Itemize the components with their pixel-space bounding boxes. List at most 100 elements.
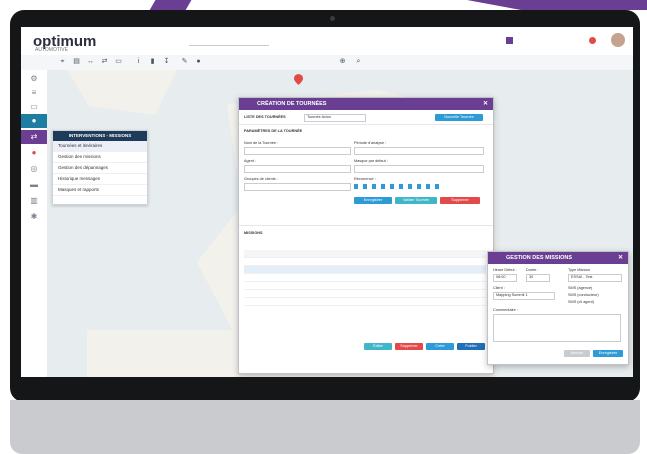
dialog-header: CRÉATION DE TOURNÉES ✕ (239, 98, 493, 110)
edit-button[interactable]: Éditer (364, 343, 392, 350)
map-land-uk (67, 70, 177, 115)
missions-label: MISSIONS (244, 231, 263, 235)
sidebar-item-settings[interactable]: ✱ (21, 210, 47, 224)
app-screen: optimum AUTOMOTIVE ⌖ ▤ ↔ ⇄ ▭ i ▮ ↧ ✎ ● ⊕… (21, 27, 633, 377)
info-icon[interactable] (506, 37, 513, 44)
duration-label: Durée : (526, 268, 539, 272)
table-row[interactable] (244, 274, 486, 282)
comment-textarea[interactable] (493, 314, 621, 342)
menu-item-tournees[interactable]: Tournées et itinéraires (53, 141, 147, 152)
delete-tournee-button[interactable]: Supprimer (440, 197, 480, 204)
menu-item-missions[interactable]: Gestion des missions (53, 152, 147, 163)
search-box[interactable] (189, 36, 269, 46)
tournee-select-value: Tournée Avion (307, 115, 331, 119)
start-input[interactable]: 08:00 (493, 274, 517, 282)
list-label: LISTE DES TOURNÉES (244, 115, 286, 119)
route-icon[interactable]: ⇄ (101, 58, 108, 65)
list-section: LISTE DES TOURNÉES Tournée Avion Nouvell… (239, 110, 493, 125)
decorative-purple-top-right (467, 0, 647, 10)
table-row[interactable] (244, 266, 486, 274)
info-tool-icon[interactable]: i (135, 58, 142, 65)
period-input[interactable] (354, 147, 484, 155)
sidebar-item-vehicle[interactable]: ▭ (21, 100, 47, 114)
start-label: Heure Début : (493, 268, 517, 272)
monitor-chin (10, 400, 640, 454)
name-input[interactable] (244, 147, 351, 155)
sidebar-item-interventions[interactable]: ⇄ (21, 130, 47, 144)
close-icon[interactable]: ✕ (618, 252, 623, 264)
sidebar-item-reports[interactable]: ▥ (21, 194, 47, 208)
duration-input[interactable]: 30 (526, 274, 550, 282)
interventions-menu: INTERVENTIONS - MISSIONS Tournées et iti… (52, 130, 148, 205)
name-label: Nom de la Tournée : (244, 141, 279, 145)
type-label: Type Mission (568, 268, 591, 272)
publish-button[interactable]: Publier (457, 343, 485, 350)
recurrence-label: Récurrence : (354, 177, 376, 181)
save-mission-button[interactable]: Enregistrer (593, 350, 623, 357)
sidebar-item-users[interactable]: ◎ (21, 162, 47, 176)
sidebar-item-location[interactable]: ● (21, 114, 47, 128)
sidebar-item-trucks[interactable]: ▬ (21, 178, 47, 192)
table-row[interactable] (244, 258, 486, 266)
select-icon[interactable]: ⌖ (59, 58, 66, 65)
zoom-in-icon[interactable]: ⊕ (339, 58, 346, 65)
new-tournee-button[interactable]: Nouvelle Tournée (435, 114, 483, 121)
layers-icon[interactable]: ▤ (73, 58, 80, 65)
cancel-button[interactable]: Annuler (564, 350, 590, 357)
top-bar: optimum AUTOMOTIVE (21, 27, 633, 56)
print-icon[interactable]: ▭ (115, 58, 122, 65)
group-label: Groupes de clients : (244, 177, 278, 181)
type-select[interactable]: ESSAI - Test (568, 274, 622, 282)
pin-tool-icon[interactable]: ● (195, 58, 202, 65)
validate-tournee-button[interactable]: Valider Tournée (395, 197, 437, 204)
recurrence-days[interactable] (354, 184, 444, 189)
create-button[interactable]: Créer (426, 343, 454, 350)
bookmark-icon[interactable]: ▮ (149, 58, 156, 65)
ruler-icon[interactable]: ↔ (87, 58, 94, 65)
client-select[interactable]: Mapping Summit 1 (493, 292, 555, 300)
draw-icon[interactable]: ✎ (181, 58, 188, 65)
alert-icon[interactable] (589, 37, 596, 44)
tournee-select[interactable]: Tournée Avion (304, 114, 366, 122)
download-icon[interactable]: ↧ (163, 58, 170, 65)
dialog-header: GESTION DES MISSIONS ✕ (488, 252, 628, 264)
table-row[interactable] (244, 282, 486, 290)
client-label: Client : (493, 286, 505, 290)
type-value: ESSAI - Test (571, 275, 593, 279)
table-row[interactable] (244, 290, 486, 298)
missions-section: MISSIONS Éditer Supprimer Créer Publier (239, 226, 493, 361)
menu-item-masques[interactable]: Masques et rapports (53, 185, 147, 196)
table-row[interactable] (244, 298, 486, 306)
menu-item-depannages[interactable]: Gestion des dépannages (53, 163, 147, 174)
params-section: PARAMÈTRES DE LA TOURNÉE Nom de la Tourn… (239, 125, 493, 226)
close-icon[interactable]: ✕ (483, 98, 488, 110)
webcam (330, 16, 335, 21)
comment-label: Commentaire : (493, 308, 518, 312)
dialog-title: GESTION DES MISSIONS (506, 255, 573, 261)
dialog-title: CRÉATION DE TOURNÉES (257, 101, 327, 107)
start-value: 08:00 (496, 275, 506, 279)
sidebar-item-alerts[interactable]: ● (21, 146, 47, 160)
agent-label: Agent : (244, 159, 257, 163)
mask-select[interactable] (354, 165, 484, 173)
gestion-missions-dialog: GESTION DES MISSIONS ✕ Heure Début : 08:… (487, 251, 629, 365)
app-logo-sub: AUTOMOTIVE (35, 47, 68, 53)
option-sms-cli-agent[interactable]: SMS (cli agent) (568, 300, 594, 304)
map-toolbar: ⌖ ▤ ↔ ⇄ ▭ i ▮ ↧ ✎ ● ⊕ ⌕ (21, 55, 633, 71)
search-icon[interactable]: ⌕ (355, 58, 362, 65)
duration-value: 30 (529, 275, 534, 279)
option-sms-conducteur[interactable]: SMS (conducteur) (568, 293, 599, 297)
save-tournee-button[interactable]: Enregistrer (354, 197, 392, 204)
agent-select[interactable] (244, 165, 351, 173)
sidebar-item-fleet[interactable]: ⚙ (21, 72, 47, 86)
client-value: Mapping Summit 1 (496, 293, 528, 297)
option-sms-agence[interactable]: SMS (agence) (568, 286, 592, 290)
map-pin-icon[interactable] (294, 74, 303, 85)
delete-button[interactable]: Supprimer (395, 343, 423, 350)
mask-label: Masque par défaut : (354, 159, 388, 163)
group-select[interactable] (244, 183, 351, 191)
user-avatar[interactable] (611, 33, 625, 47)
sidebar-item-menu[interactable]: ≡ (21, 86, 47, 100)
creation-tournees-dialog: CRÉATION DE TOURNÉES ✕ LISTE DES TOURNÉE… (238, 97, 494, 374)
menu-item-messages[interactable]: Historique messages (53, 174, 147, 185)
